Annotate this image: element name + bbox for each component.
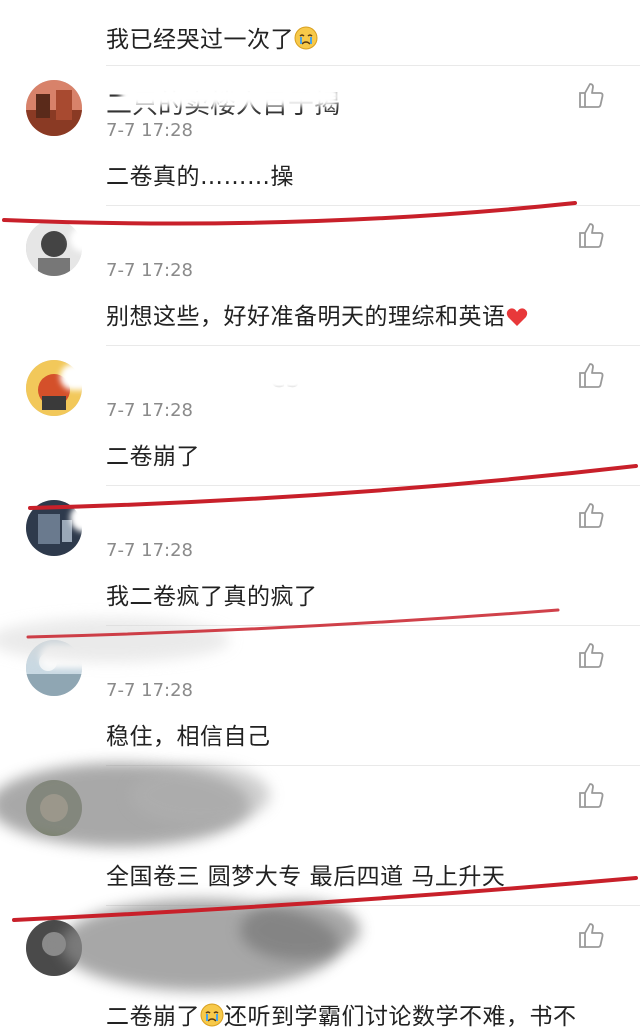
comment-text: 全国卷三 圆梦大专 最后四道 马上升天 xyxy=(106,864,506,890)
comment-text: 二卷真的………操 xyxy=(106,164,294,190)
comment-item[interactable]: 7-7 17:28 我二卷疯了真的疯了 xyxy=(0,486,640,626)
comment-item[interactable]: 7-7 17:28 稳住，相信自己 xyxy=(0,626,640,766)
comment-text: 稳住，相信自己 xyxy=(106,724,271,750)
timestamp: 7-7 17:28 xyxy=(106,540,193,561)
comment-item[interactable]: 二卷崩了 还听到学霸们讨论数学不难，书不 xyxy=(0,906,640,1028)
thumbs-up-icon[interactable] xyxy=(577,220,607,250)
comment-text-content: 还听到学霸们讨论数学不难，书不 xyxy=(224,1004,577,1028)
comment-item[interactable]: 全国卷三 圆梦大专 最后四道 马上升天 xyxy=(0,766,640,906)
comment-text-content: 我已经哭过一次了 xyxy=(106,27,294,53)
avatar[interactable] xyxy=(26,360,82,416)
comment-text: 我二卷疯了真的疯了 xyxy=(106,584,318,610)
thumbs-up-icon[interactable] xyxy=(577,360,607,390)
comment-item[interactable]: 二只的卖楼人目于揭 7-7 17:28 二卷真的………操 xyxy=(0,66,640,206)
red-heart-icon xyxy=(506,307,528,333)
timestamp: 7-7 17:28 xyxy=(106,120,193,141)
comment-text: 我已经哭过一次了 xyxy=(106,20,318,56)
username[interactable]: es xyxy=(270,364,300,394)
comment-text-content: 别想这些，好好准备明天的理综和英语 xyxy=(106,304,506,330)
crying-face-icon xyxy=(200,1003,224,1028)
comment-item[interactable]: 7-7 17:28 别想这些，好好准备明天的理综和英语 xyxy=(0,206,640,346)
timestamp: 7-7 17:28 xyxy=(106,680,193,701)
username[interactable]: 二只的卖楼人目于揭 xyxy=(106,84,340,121)
thumbs-up-icon[interactable] xyxy=(577,80,607,110)
comment-text: 别想这些，好好准备明天的理综和英语 xyxy=(106,297,528,333)
thumbs-up-icon[interactable] xyxy=(577,640,607,670)
previous-comment-fragment: 我已经哭过一次了 xyxy=(0,0,640,66)
timestamp: 7-7 17:28 xyxy=(106,260,193,281)
comment-text: 二卷崩了 xyxy=(106,444,200,470)
avatar[interactable] xyxy=(26,80,82,136)
thumbs-up-icon[interactable] xyxy=(577,920,607,950)
comment-feed: 我已经哭过一次了 二只的卖楼人目于揭 7-7 17:28 二卷真的………操 7-… xyxy=(0,0,640,1028)
thumbs-up-icon[interactable] xyxy=(577,500,607,530)
avatar[interactable] xyxy=(26,920,82,976)
comment-text-content: 二卷崩了 xyxy=(106,1004,200,1028)
avatar[interactable] xyxy=(26,780,82,836)
avatar[interactable] xyxy=(26,220,82,276)
thumbs-up-icon[interactable] xyxy=(577,780,607,810)
crying-face-icon xyxy=(294,26,318,56)
timestamp: 7-7 17:28 xyxy=(106,400,193,421)
avatar[interactable] xyxy=(26,640,82,696)
avatar[interactable] xyxy=(26,500,82,556)
comment-item[interactable]: es 7-7 17:28 二卷崩了 xyxy=(0,346,640,486)
comment-text: 二卷崩了 还听到学霸们讨论数学不难，书不 xyxy=(106,997,577,1028)
